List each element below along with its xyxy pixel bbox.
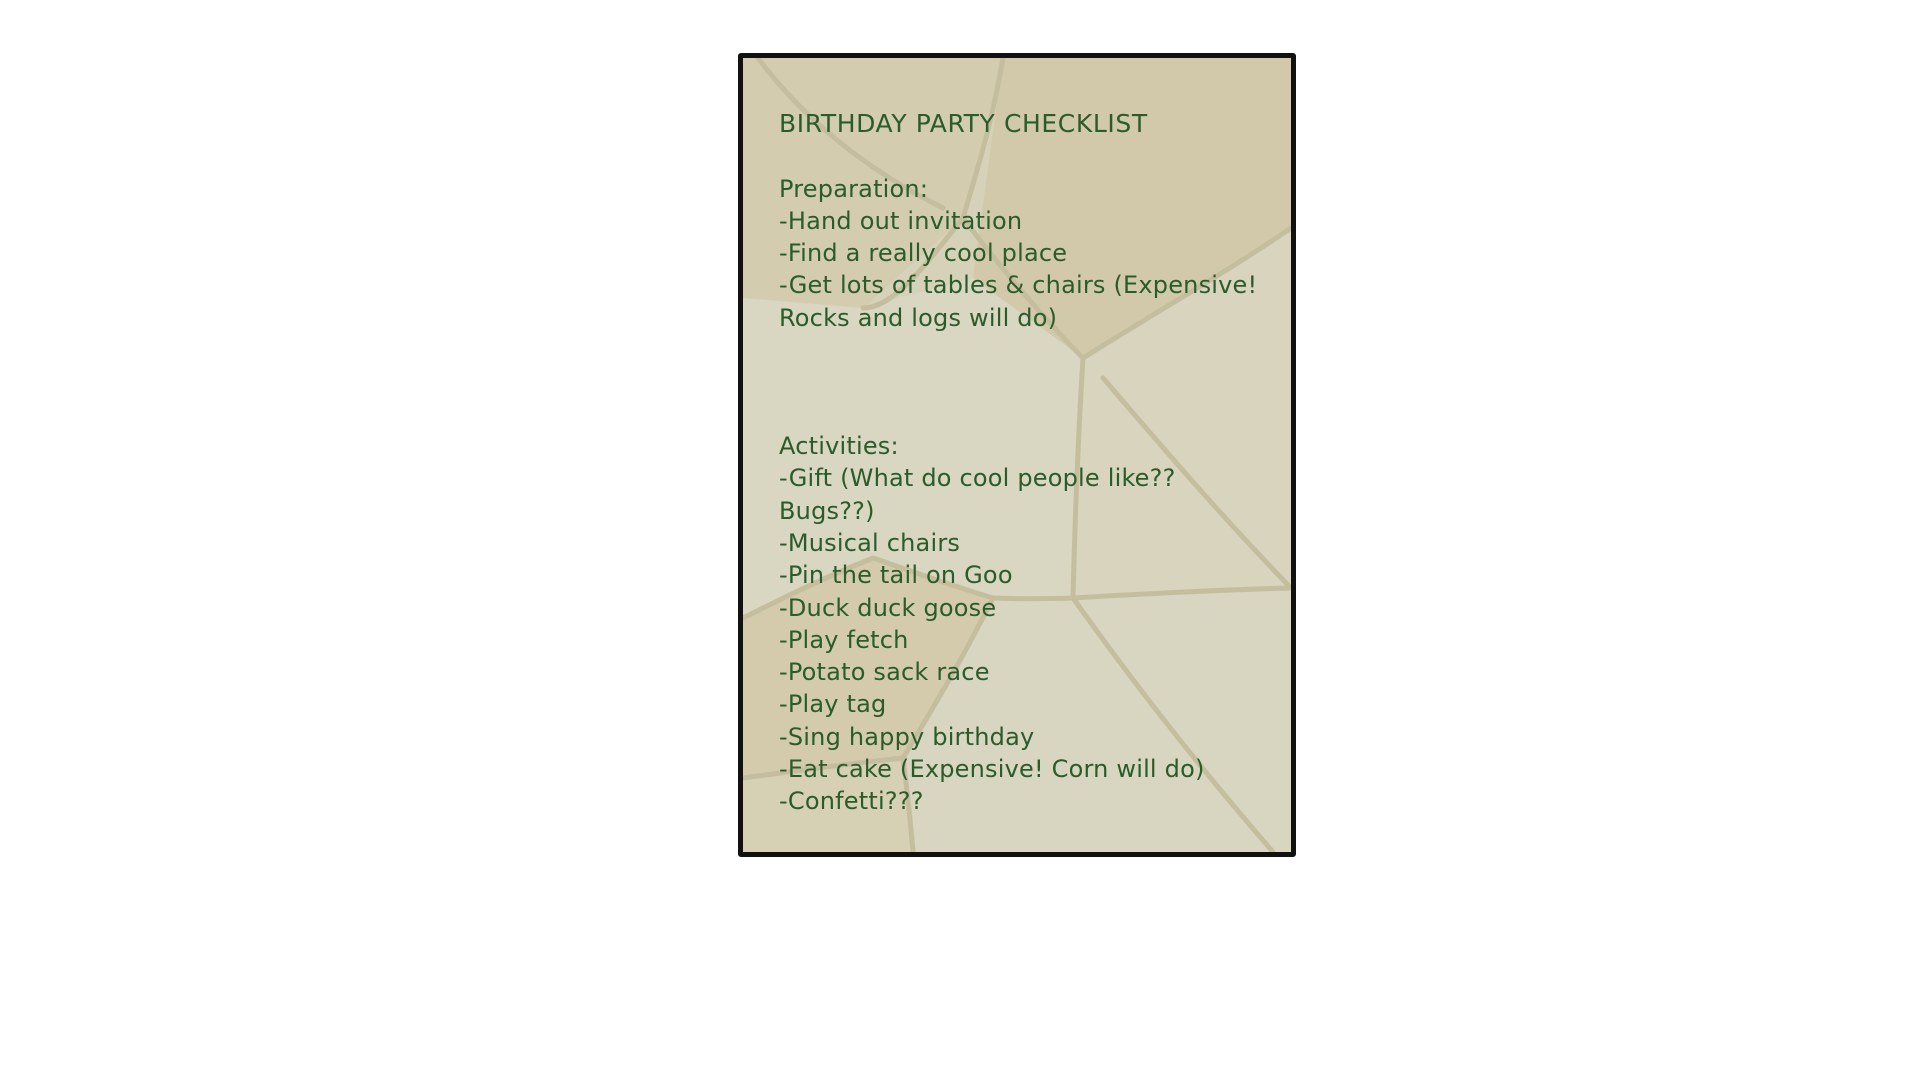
list-item: Bugs??): [779, 496, 875, 525]
list-item: Rocks and logs will do): [779, 303, 1058, 332]
list-item: -Potato sack race: [779, 658, 990, 687]
checklist-text: BIRTHDAY PARTY CHECKLIST Preparation: -H…: [779, 108, 1279, 818]
list-item: -Sing happy birthday: [779, 722, 1035, 751]
list-item: -Find a really cool place: [779, 239, 1068, 268]
list-item: -Eat cake (Expensive! Corn will do): [779, 755, 1205, 784]
list-item: -Play fetch: [779, 625, 909, 654]
list-item: -Gift (What do cool people like??: [779, 464, 1176, 493]
list-item: -Hand out invitation: [779, 206, 1023, 235]
list-item: -Pin the tail on Goo: [779, 561, 1013, 590]
game-scene: BIRTHDAY PARTY CHECKLIST Preparation: -H…: [0, 0, 1920, 1080]
checklist-title: BIRTHDAY PARTY CHECKLIST: [779, 109, 1148, 138]
list-item: -Musical chairs: [779, 528, 961, 557]
list-item: -Play tag: [779, 690, 887, 719]
list-item: -Get lots of tables & chairs (Expensive!: [779, 271, 1258, 300]
section-spacer: [779, 334, 1279, 430]
checklist-note: BIRTHDAY PARTY CHECKLIST Preparation: -H…: [738, 53, 1296, 857]
list-item: -Duck duck goose: [779, 593, 997, 622]
preparation-heading: Preparation:: [779, 174, 929, 203]
activities-heading: Activities:: [779, 432, 899, 461]
list-item: -Confetti???: [779, 787, 924, 816]
